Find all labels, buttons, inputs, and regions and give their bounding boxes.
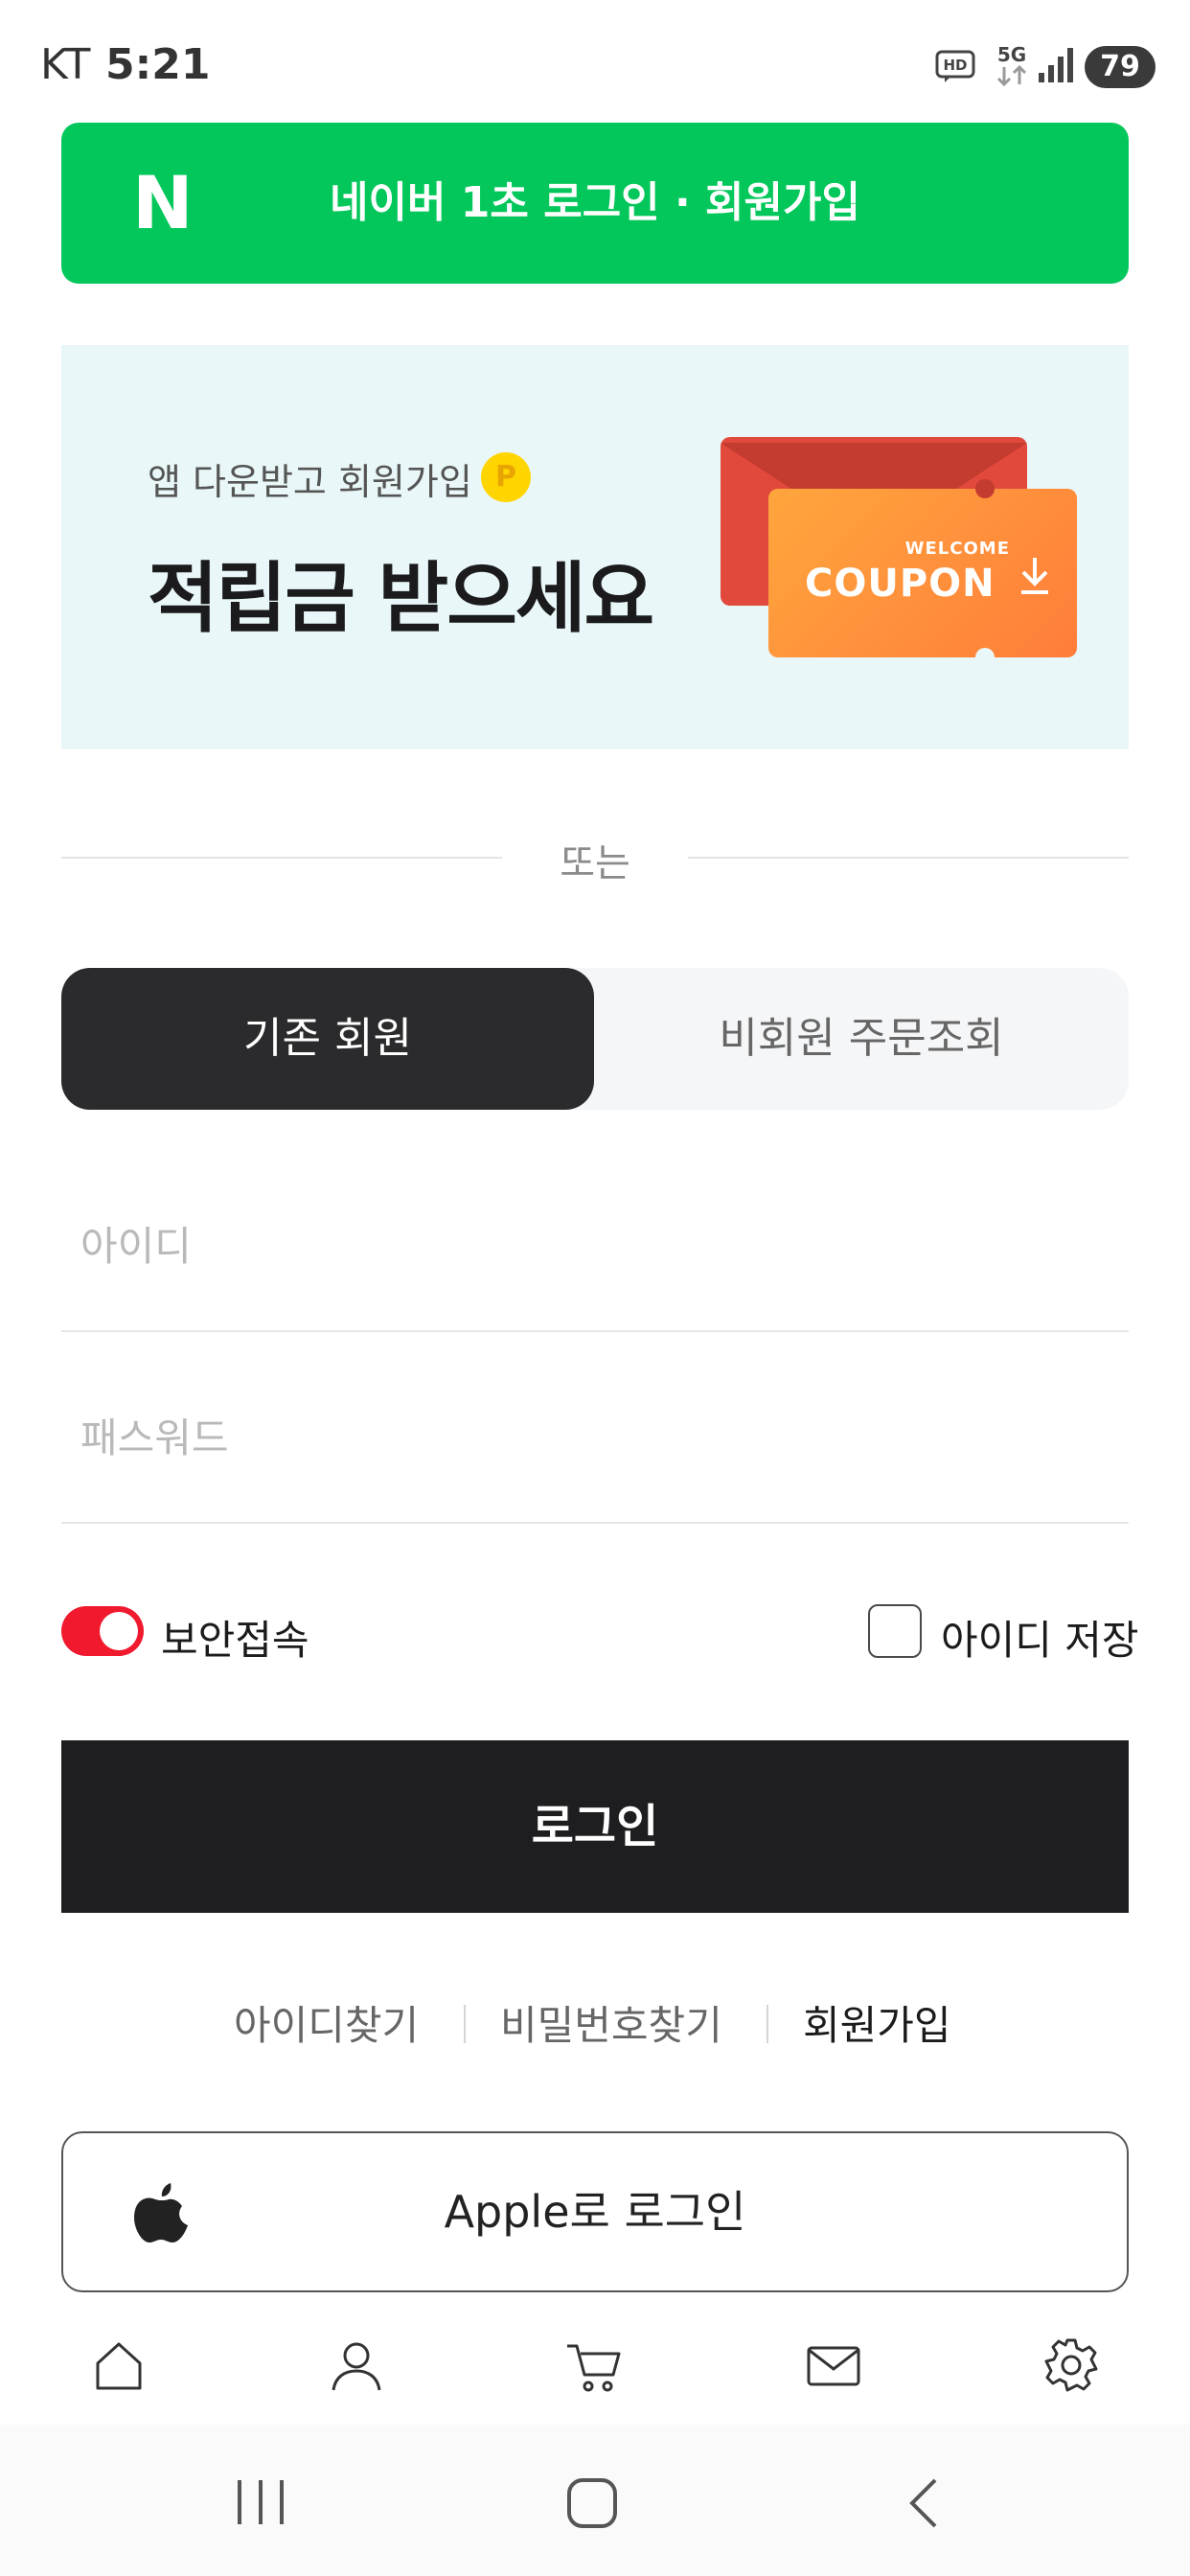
home-icon[interactable] [90, 2336, 148, 2394]
network-label: 5G [997, 43, 1026, 66]
network-5g-icon: 5G [997, 43, 1026, 87]
cart-icon[interactable] [565, 2336, 623, 2394]
password-input[interactable] [61, 1380, 1129, 1495]
divider-line [61, 857, 502, 859]
point-icon: P [481, 452, 531, 502]
system-navigation-bar [0, 2425, 1190, 2576]
user-icon[interactable] [328, 2336, 385, 2394]
banner-headline: 적립금 받으세요 [148, 554, 654, 643]
apple-login-button[interactable]: Apple로 로그인 [61, 2131, 1129, 2292]
banner-subtitle: 앱 다운받고 회원가입 [148, 461, 472, 503]
find-id-link[interactable]: 아이디찾기 [234, 1993, 419, 2052]
or-divider-text: 또는 [560, 841, 630, 886]
id-input[interactable] [61, 1188, 1129, 1303]
download-icon [1021, 558, 1048, 594]
naver-login-button[interactable]: N 네이버 1초 로그인 · 회원가입 [61, 123, 1129, 284]
recent-apps-icon[interactable] [234, 2478, 287, 2526]
signal-icon [1039, 48, 1073, 82]
coupon-welcome-text: WELCOME [904, 539, 1010, 559]
coupon-notch [975, 479, 995, 498]
battery-indicator: 79 [1085, 46, 1156, 88]
carrier-name: KT [40, 40, 91, 89]
save-id-label[interactable]: 아이디 저장 [941, 1608, 1139, 1667]
naver-login-label: 네이버 1초 로그인 · 회원가입 [330, 178, 860, 227]
back-icon[interactable] [904, 2476, 943, 2530]
coupon-notch [975, 648, 995, 667]
status-bar: KT 5:21 HD 5G 79 [0, 0, 1190, 125]
hd-label: HD [943, 57, 967, 74]
home-button-icon[interactable] [565, 2476, 619, 2530]
divider-line [688, 857, 1129, 859]
input-underline [61, 1330, 1129, 1332]
login-type-tabs: 기존 회원 비회원 주문조회 [61, 968, 1129, 1110]
find-password-link[interactable]: 비밀번호찾기 [500, 1993, 722, 2052]
toggle-knob [100, 1612, 138, 1650]
bottom-navigation [0, 2319, 1190, 2415]
join-link[interactable]: 회원가입 [803, 1993, 951, 2052]
hd-voice-icon: HD [935, 50, 975, 82]
secure-login-label: 보안접속 [161, 1617, 309, 1664]
link-separator [767, 2005, 768, 2043]
coupon-illustration: WELCOME COUPON [768, 479, 1077, 667]
save-id-checkbox[interactable] [868, 1604, 922, 1658]
gear-icon[interactable] [1042, 2336, 1100, 2394]
tab-guest-order-lookup[interactable]: 비회원 주문조회 [594, 968, 1129, 1110]
status-time: 5:21 [105, 40, 211, 89]
link-separator [464, 2005, 466, 2043]
apple-login-label: Apple로 로그인 [444, 2186, 746, 2238]
login-button[interactable]: 로그인 [61, 1740, 1129, 1913]
input-underline [61, 1522, 1129, 1524]
app-download-banner[interactable]: 앱 다운받고 회원가입 P 적립금 받으세요 WELCOME COUPON [61, 345, 1129, 749]
secure-login-toggle[interactable] [61, 1606, 144, 1656]
mail-icon[interactable] [805, 2336, 862, 2394]
tab-existing-member[interactable]: 기존 회원 [61, 968, 594, 1110]
coupon-text: COUPON [805, 562, 995, 606]
